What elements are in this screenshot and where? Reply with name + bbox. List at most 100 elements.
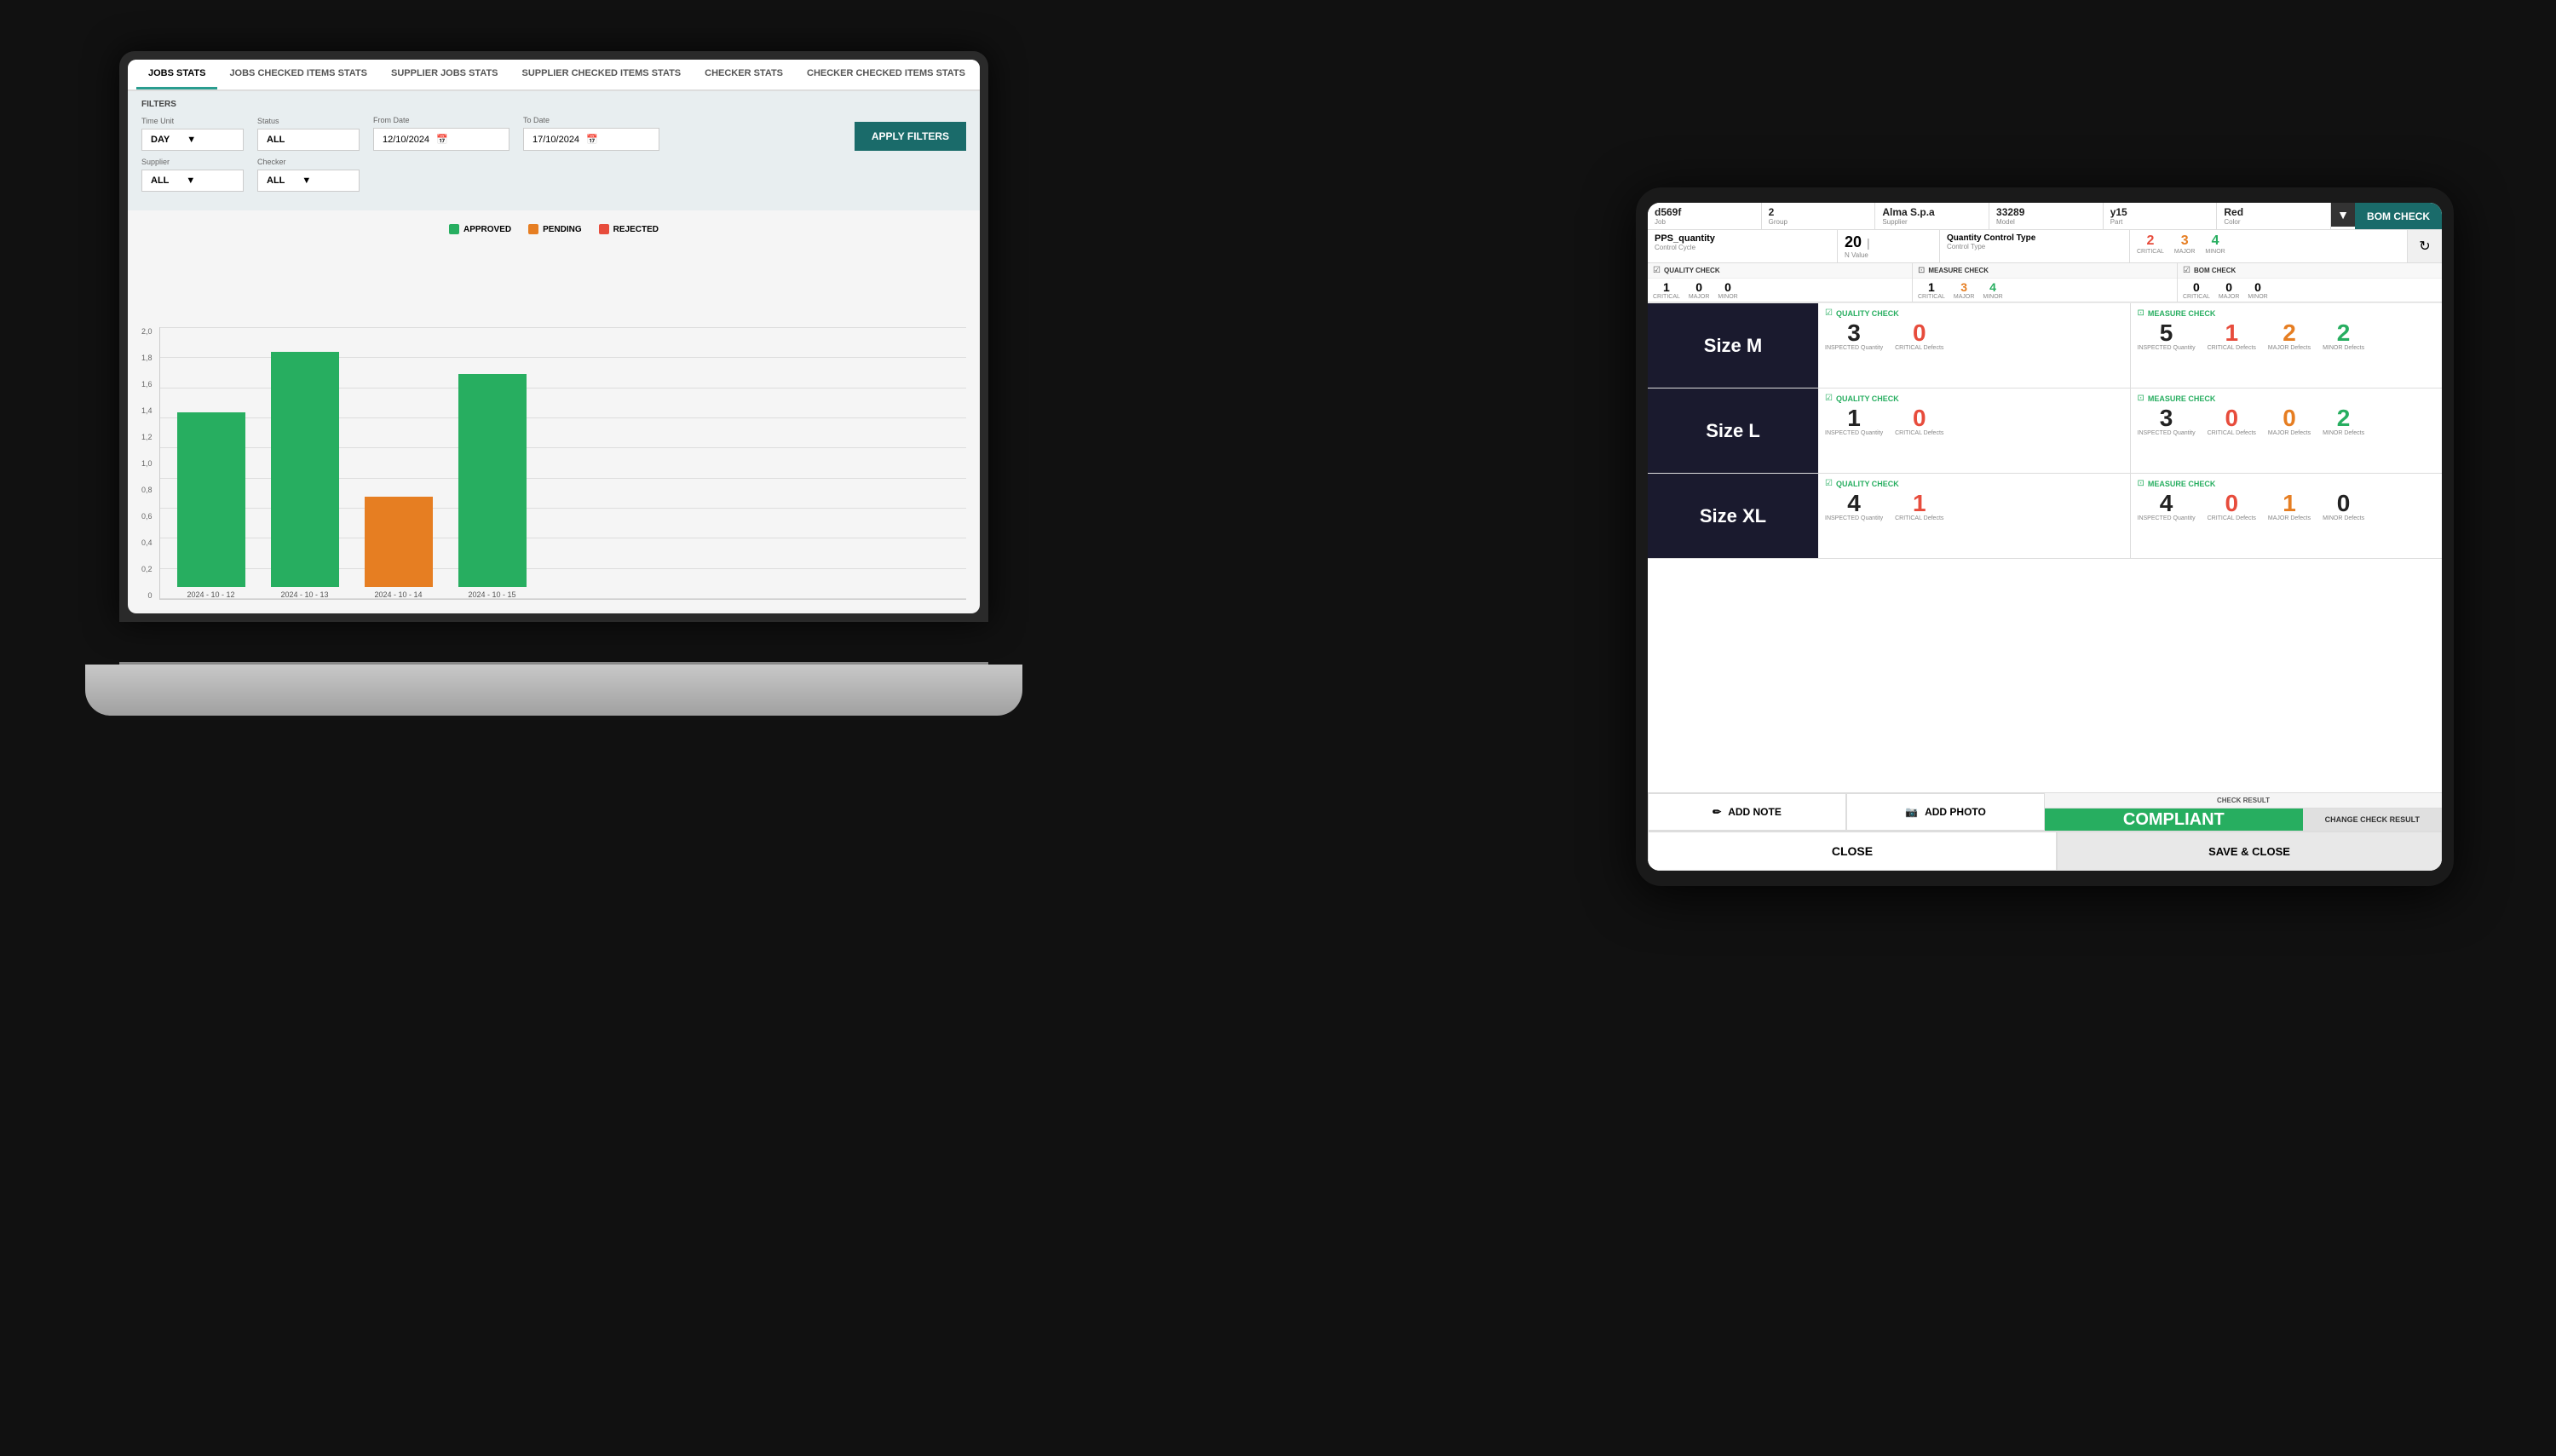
size-l-m-inspected-label: INSPECTED Quantity bbox=[2138, 430, 2196, 436]
info-cell-part: y15 Part bbox=[2104, 203, 2218, 229]
close-button[interactable]: CLOSE bbox=[1648, 832, 2057, 871]
part-key: Part bbox=[2110, 218, 2210, 226]
size-l-m-minor-val: 2 bbox=[2337, 406, 2351, 430]
chart-container: 0 0,2 0,4 0,6 0,8 1,0 1,2 1,4 1,6 1,8 2,… bbox=[141, 243, 966, 600]
y-label-06: 0,6 bbox=[141, 512, 153, 521]
tab-jobs-checked[interactable]: JOBS CHECKED ITEMS STATS bbox=[217, 60, 379, 89]
qty-control-row: PPS_quantity Control Cycle 20 | N Value … bbox=[1648, 230, 2442, 263]
size-l-m-critical-label: CRITICAL Defects bbox=[2208, 430, 2256, 436]
status-select[interactable]: ALL bbox=[257, 129, 360, 151]
minor-value: 4 bbox=[2212, 233, 2219, 249]
qty-sub: N Value bbox=[1845, 251, 1932, 259]
tab-checker-checked[interactable]: CHECKER CHECKED ITEMS STATS bbox=[795, 60, 977, 89]
time-unit-select[interactable]: DAY ▼ bbox=[141, 129, 244, 151]
bc-major-val: 0 bbox=[2225, 280, 2232, 294]
bom-check-icon: ☑ bbox=[2183, 266, 2190, 275]
measure-check-block: ⊡ MEASURE CHECK 1 CRITICAL 3 MAJOR bbox=[1913, 263, 2178, 302]
bar-group-1: 2024 - 10 - 12 bbox=[177, 412, 245, 599]
y-label-20: 2,0 bbox=[141, 327, 153, 336]
action-left: ✏ ADD NOTE 📷 ADD PHOTO bbox=[1648, 793, 2045, 831]
from-date-input[interactable]: 12/10/2024 📅 bbox=[373, 128, 509, 151]
size-xl-quality-title: QUALITY CHECK bbox=[1836, 480, 1899, 488]
size-l-m-inspected-val: 3 bbox=[2160, 406, 2173, 430]
add-note-button[interactable]: ✏ ADD NOTE bbox=[1648, 793, 1846, 831]
qty-control-type-label: Quantity Control Type bbox=[1947, 233, 2122, 243]
size-m-m-critical-val: 1 bbox=[2225, 321, 2238, 345]
qty-control-type-cell: Quantity Control Type Control Type bbox=[1940, 230, 2130, 262]
mc-major: 3 MAJOR bbox=[1954, 280, 1975, 300]
checks-row: ☑ QUALITY CHECK 1 CRITICAL 0 MAJOR bbox=[1648, 263, 2442, 302]
size-m-m-minor: 2 MINOR Defects bbox=[2323, 321, 2364, 351]
info-row: d569f Job 2 Group Alma S.p.a Supplier 33… bbox=[1648, 203, 2442, 230]
mc-minor-val: 4 bbox=[1989, 280, 1996, 294]
size-row-m: Size M ☑ QUALITY CHECK 3 INSPECTED Quant… bbox=[1648, 303, 2442, 388]
legend-pending: PENDING bbox=[528, 224, 582, 234]
job-key: Job bbox=[1655, 218, 1754, 226]
measure-check-vals: 1 CRITICAL 3 MAJOR 4 MINOR bbox=[1913, 279, 2177, 302]
bar-label-1: 2024 - 10 - 12 bbox=[187, 590, 234, 599]
laptop-base bbox=[85, 665, 1022, 716]
size-m-measure-vals: 5 INSPECTED Quantity 1 CRITICAL Defects … bbox=[2138, 321, 2436, 351]
mc-critical: 1 CRITICAL bbox=[1918, 280, 1945, 300]
checker-select[interactable]: ALL ▼ bbox=[257, 170, 360, 192]
part-value: y15 bbox=[2110, 206, 2210, 218]
bom-check-button[interactable]: BOM CHECK bbox=[2355, 203, 2442, 229]
model-value: 33289 bbox=[1996, 206, 2096, 218]
status-label: Status bbox=[257, 117, 360, 125]
filters-row-1: Time Unit DAY ▼ Status ALL bbox=[141, 116, 966, 151]
tablet-screen: d569f Job 2 Group Alma S.p.a Supplier 33… bbox=[1648, 203, 2442, 871]
add-photo-button[interactable]: 📷 ADD PHOTO bbox=[1846, 793, 2045, 831]
change-result-button[interactable]: CHANGE CHECK RESULT bbox=[2303, 809, 2442, 831]
size-xl-inspected: 4 INSPECTED Quantity bbox=[1825, 492, 1883, 521]
to-date-input[interactable]: 17/10/2024 📅 bbox=[523, 128, 659, 151]
down-arrow-btn[interactable]: ▼ bbox=[2331, 203, 2355, 227]
size-m-m-minor-label: MINOR Defects bbox=[2323, 345, 2364, 351]
pps-quantity-label: PPS_quantity bbox=[1655, 233, 1830, 244]
action-right: CHECK RESULT COMPLIANT CHANGE CHECK RESU… bbox=[2045, 793, 2442, 831]
to-date-label: To Date bbox=[523, 116, 659, 124]
supplier-select[interactable]: ALL ▼ bbox=[141, 170, 244, 192]
from-date-label: From Date bbox=[373, 116, 509, 124]
info-cell-group: 2 Group bbox=[1762, 203, 1876, 229]
qty-value: 20 bbox=[1845, 233, 1862, 251]
size-xl-measure-title: MEASURE CHECK bbox=[2148, 480, 2216, 488]
compliant-button[interactable]: COMPLIANT bbox=[2045, 809, 2303, 831]
rejected-dot bbox=[599, 224, 609, 234]
size-l-critical-val: 0 bbox=[1913, 406, 1926, 430]
bar-3 bbox=[365, 497, 433, 587]
size-l-critical-label: CRITICAL Defects bbox=[1895, 430, 1943, 436]
tab-supplier-checked[interactable]: SUPPLIER CHECKED ITEMS STATS bbox=[510, 60, 694, 89]
supplier-value: Alma S.p.a bbox=[1882, 206, 1982, 218]
approved-label: APPROVED bbox=[463, 225, 511, 234]
to-date-value: 17/10/2024 bbox=[532, 135, 579, 145]
color-key: Color bbox=[2224, 218, 2323, 226]
size-m-measure-header: ⊡ MEASURE CHECK bbox=[2138, 308, 2436, 318]
job-value: d569f bbox=[1655, 206, 1754, 218]
qc-minor-label: MINOR bbox=[1718, 294, 1737, 300]
laptop-screen-outer: JOBS STATS JOBS CHECKED ITEMS STATS SUPP… bbox=[119, 51, 988, 622]
size-l-m-inspected: 3 INSPECTED Quantity bbox=[2138, 406, 2196, 436]
pending-dot bbox=[528, 224, 538, 234]
calendar-icon-2: 📅 bbox=[586, 134, 598, 145]
tab-jobs-stats[interactable]: JOBS STATS bbox=[136, 60, 217, 89]
tab-checker-stats[interactable]: CHECKER STATS bbox=[693, 60, 795, 89]
save-close-button[interactable]: SAVE & CLOSE bbox=[2057, 832, 2442, 871]
apply-filters-button[interactable]: APPLY FILTERS bbox=[855, 122, 966, 151]
measure-icon-l: ⊡ bbox=[2138, 394, 2144, 403]
info-cell-model: 33289 Model bbox=[1989, 203, 2104, 229]
major-value: 3 bbox=[2181, 233, 2189, 249]
supplier-filter: Supplier ALL ▼ bbox=[141, 158, 244, 192]
tab-supplier-jobs[interactable]: SUPPLIER JOBS STATS bbox=[379, 60, 510, 89]
qty-label-cell: PPS_quantity Control Cycle bbox=[1648, 230, 1838, 262]
refresh-button[interactable]: ↻ bbox=[2408, 230, 2442, 262]
approved-dot bbox=[449, 224, 459, 234]
size-l-checks: ☑ QUALITY CHECK 1 INSPECTED Quantity 0 bbox=[1818, 388, 2442, 473]
defect-major: 3 MAJOR bbox=[2174, 233, 2196, 259]
size-xl-m-critical-val: 0 bbox=[2225, 492, 2238, 515]
stats-tabs: JOBS STATS JOBS CHECKED ITEMS STATS SUPP… bbox=[128, 60, 980, 91]
add-note-label: ADD NOTE bbox=[1728, 806, 1782, 818]
size-row-l: Size L ☑ QUALITY CHECK 1 INSPECTED Quant… bbox=[1648, 388, 2442, 474]
bc-critical-label: CRITICAL bbox=[2183, 294, 2210, 300]
size-m-critical-val: 0 bbox=[1913, 321, 1926, 345]
size-xl-critical: 1 CRITICAL Defects bbox=[1895, 492, 1943, 521]
